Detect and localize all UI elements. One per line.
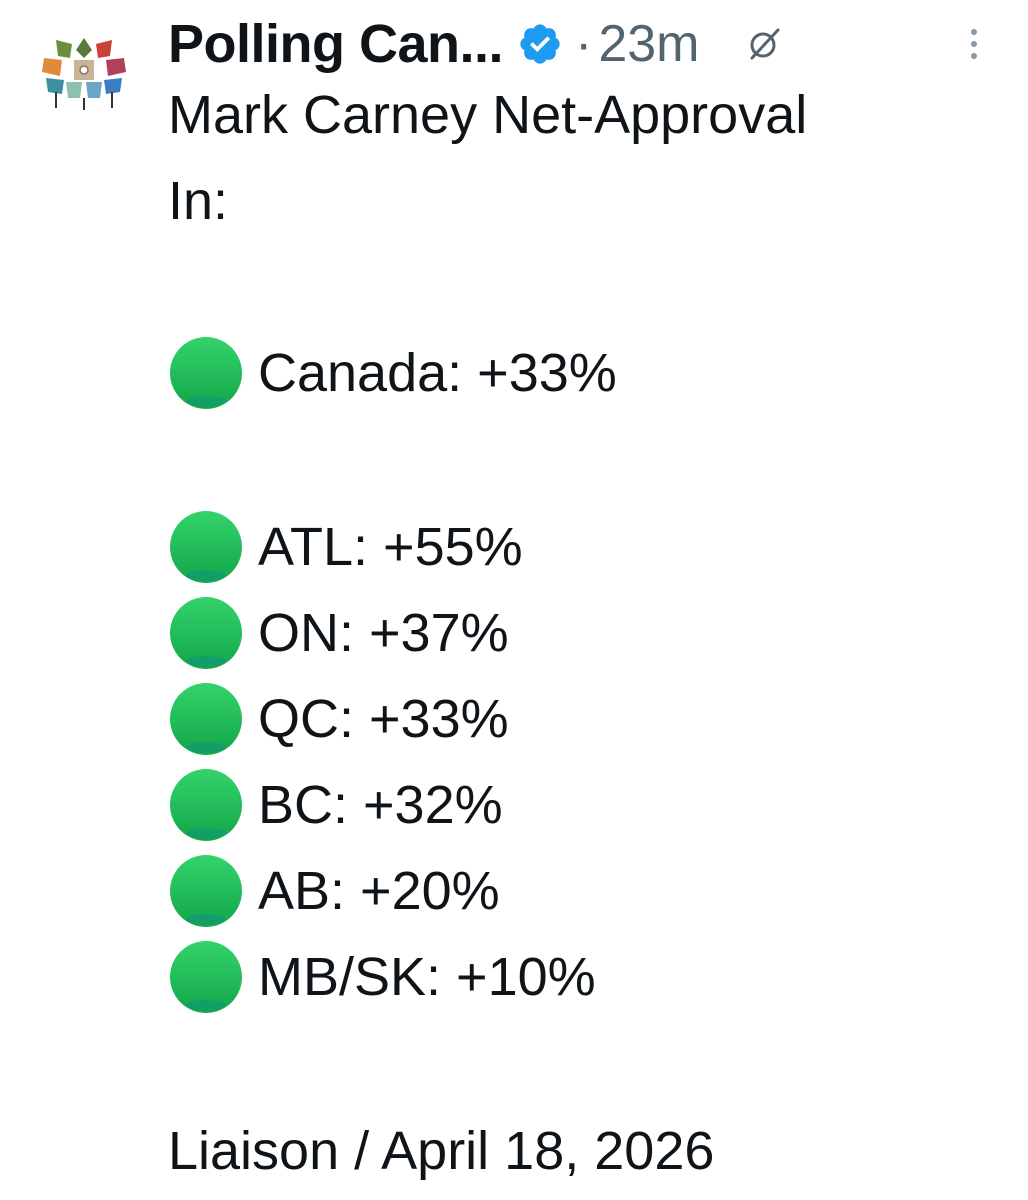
green-circle-icon (170, 337, 242, 409)
region-label: QC: +33% (258, 689, 509, 749)
green-circle-icon (170, 597, 242, 669)
region-result: AB: +20% (168, 848, 500, 934)
region-result: QC: +33% (168, 676, 509, 762)
tweet: Polling Can... · 23m Mark Carney Net-App… (0, 0, 1028, 1200)
region-result: ATL: +55% (168, 504, 523, 590)
green-circle-icon (170, 683, 242, 755)
green-circle-icon (170, 855, 242, 927)
region-label: ATL: +55% (258, 517, 523, 577)
post-title-line-2: In: (168, 171, 229, 231)
region-label: ON: +37% (258, 603, 509, 663)
meta-separator: · (575, 15, 593, 73)
region-label: BC: +32% (258, 775, 503, 835)
region-result: ON: +37% (168, 590, 509, 676)
avatar[interactable] (36, 36, 132, 112)
green-circle-icon (170, 769, 242, 841)
grok-icon[interactable] (744, 24, 784, 64)
region-result: BC: +32% (168, 762, 503, 848)
post-source: Liaison / April 18, 2026 (168, 1121, 715, 1181)
verified-badge-icon (520, 24, 560, 64)
green-circle-icon (170, 511, 242, 583)
post-title-line-1: Mark Carney Net-Approval (168, 85, 808, 145)
region-label: AB: +20% (258, 861, 500, 921)
author-name[interactable]: Polling Can... (168, 13, 504, 75)
region-result: MB/SK: +10% (168, 934, 596, 1020)
region-label: MB/SK: +10% (258, 947, 596, 1007)
green-circle-icon (170, 941, 242, 1013)
more-options-icon[interactable] (962, 24, 986, 64)
national-result: Canada: +33% (168, 330, 617, 416)
national-label: Canada: +33% (258, 343, 617, 403)
timestamp[interactable]: 23m (598, 14, 699, 74)
